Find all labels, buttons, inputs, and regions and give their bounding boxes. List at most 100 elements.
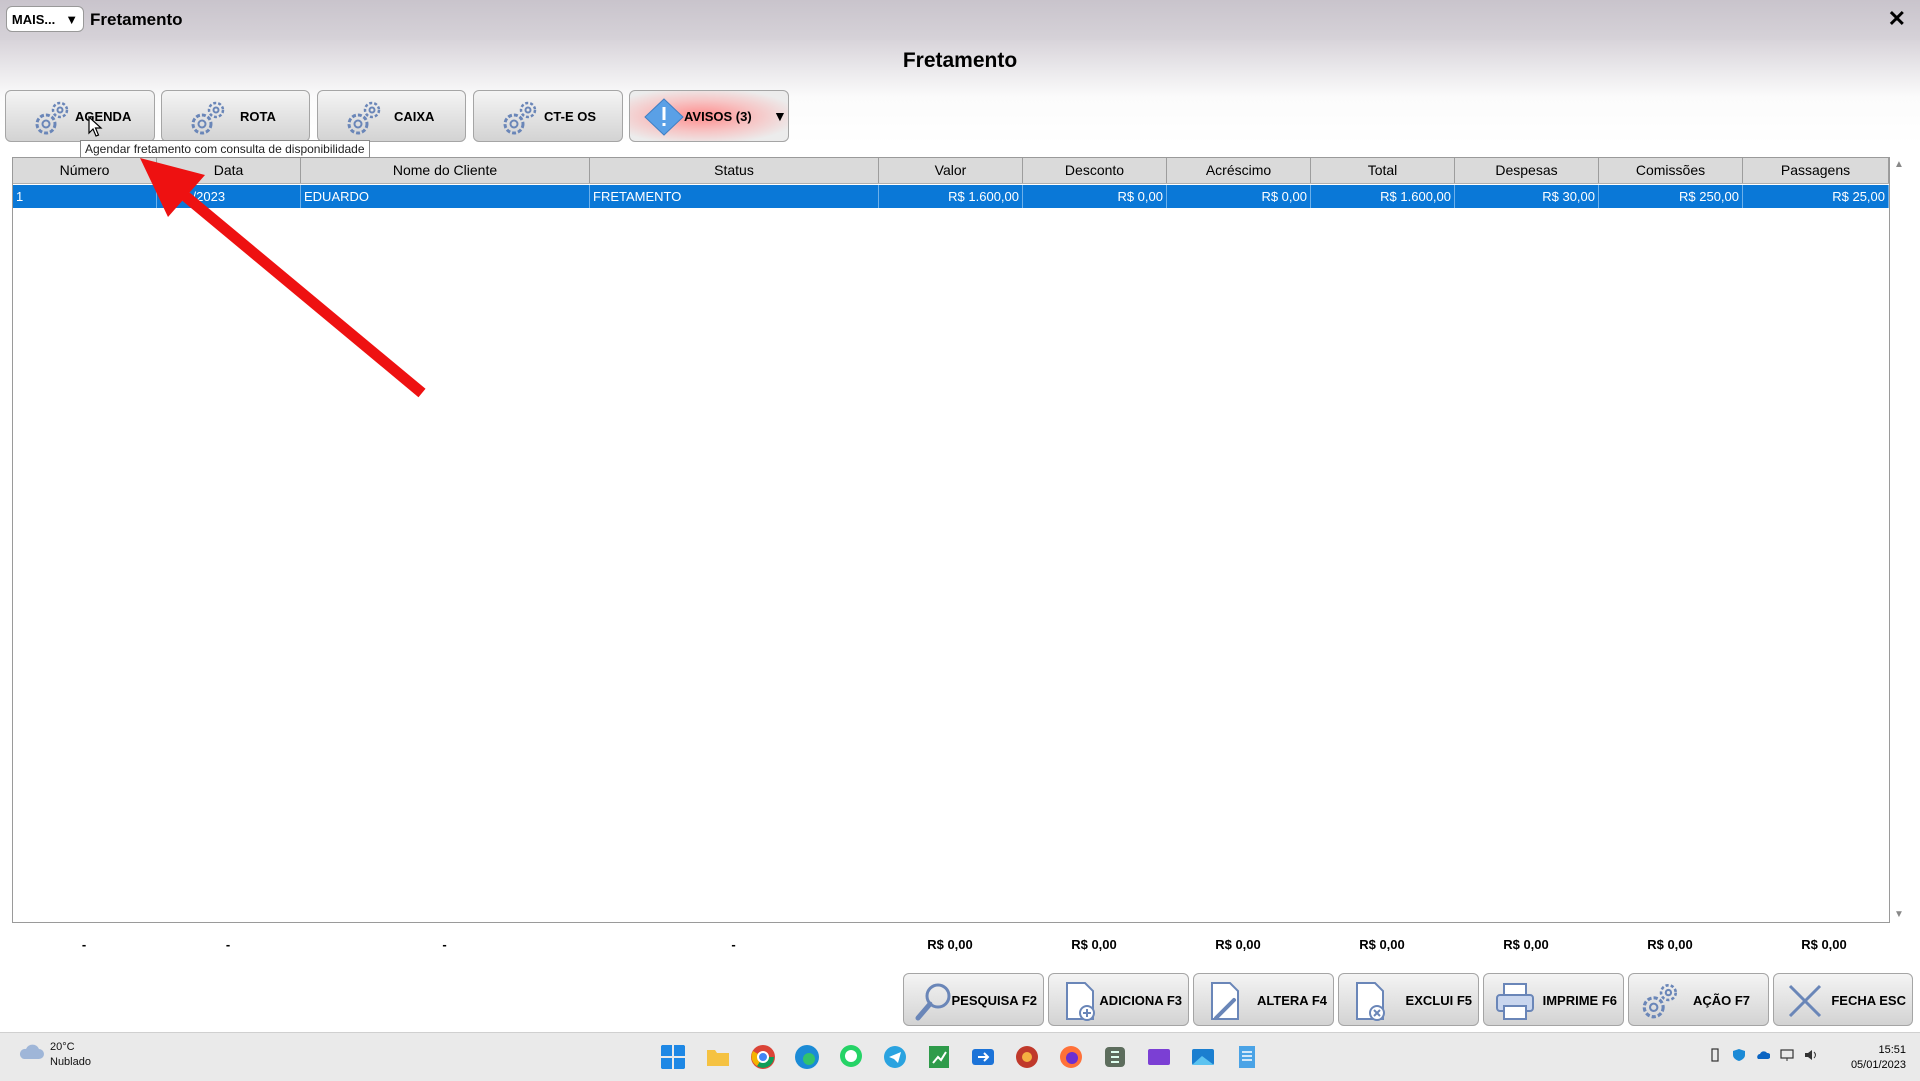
remote-access-icon[interactable]: [970, 1044, 996, 1070]
total-acrescimo: R$ 0,00: [1215, 937, 1261, 952]
windows-start-icon[interactable]: [660, 1044, 686, 1070]
scroll-up-icon[interactable]: ▲: [1894, 159, 1904, 170]
col-header-comissoes[interactable]: Comissões: [1599, 158, 1743, 183]
total-comissoes: R$ 0,00: [1647, 937, 1693, 952]
cell-desconto: R$ 0,00: [1023, 185, 1167, 208]
fecha-button[interactable]: FECHA ESC: [1773, 973, 1913, 1026]
imprime-button[interactable]: IMPRIME F6: [1483, 973, 1624, 1026]
cell-comissoes: R$ 250,00: [1599, 185, 1743, 208]
col-header-total[interactable]: Total: [1311, 158, 1455, 183]
adiciona-label: ADICIONA F3: [1099, 993, 1182, 1008]
imprime-label: IMPRIME F6: [1542, 993, 1617, 1008]
vertical-scrollbar[interactable]: ▲ ▼: [1893, 157, 1907, 923]
col-header-acrescimo[interactable]: Acréscimo: [1167, 158, 1311, 183]
usb-icon[interactable]: [1708, 1048, 1722, 1062]
caixa-button[interactable]: CAIXA: [317, 90, 466, 142]
add-document-icon: [1066, 982, 1095, 1021]
adiciona-button[interactable]: ADICIONA F3: [1048, 973, 1189, 1026]
warning-icon: [644, 98, 684, 136]
rota-button[interactable]: ROTA: [161, 90, 310, 142]
mais-menu-button[interactable]: MAIS... ▼: [6, 6, 84, 32]
exclui-label: EXCLUI F5: [1405, 993, 1472, 1008]
security-shield-icon[interactable]: [1732, 1048, 1746, 1062]
close-icon: [1788, 984, 1822, 1018]
chevron-down-icon: ▼: [65, 11, 79, 27]
file-explorer-icon[interactable]: [705, 1044, 731, 1070]
col-header-valor[interactable]: Valor: [879, 158, 1023, 183]
video-editor-icon[interactable]: [1146, 1044, 1172, 1070]
clock-date: 05/01/2023: [1850, 1059, 1906, 1071]
acao-button[interactable]: AÇÃO F7: [1628, 973, 1769, 1026]
cell-passagens: R$ 25,00: [1743, 185, 1889, 208]
avisos-button[interactable]: AVISOS (3) ▼: [629, 90, 789, 142]
cell-valor: R$ 1.600,00: [879, 185, 1023, 208]
tooltip: Agendar fretamento com consulta de dispo…: [80, 140, 370, 158]
pesquisa-button[interactable]: PESQUISA F2: [903, 973, 1044, 1026]
volume-icon[interactable]: [1804, 1048, 1818, 1062]
telegram-icon[interactable]: [882, 1044, 908, 1070]
mais-label: MAIS...: [11, 11, 56, 27]
col-header-despesas[interactable]: Despesas: [1455, 158, 1599, 183]
col-header-desconto[interactable]: Desconto: [1023, 158, 1167, 183]
altera-button[interactable]: ALTERA F4: [1193, 973, 1334, 1026]
cloud-icon: [19, 1044, 44, 1059]
agenda-button[interactable]: AGENDA: [5, 90, 155, 142]
cte-os-label: CT-E OS: [544, 109, 597, 124]
firefox-icon[interactable]: [1058, 1044, 1084, 1070]
exclui-button[interactable]: EXCLUI F5: [1338, 973, 1479, 1026]
avisos-label: AVISOS (3): [684, 109, 752, 124]
system-app-icon[interactable]: [1102, 1044, 1128, 1070]
gear-icon: [1642, 983, 1678, 1019]
col-header-cliente[interactable]: Nome do Cliente: [301, 158, 590, 183]
taskbar: 20°C Nublado 15:51 05/01/2023: [0, 1032, 1920, 1081]
table-row[interactable]: 1 05/01/2023 EDUARDO FRETAMENTO R$ 1.600…: [13, 185, 1889, 208]
window-title: Fretamento: [90, 10, 183, 29]
total-valor: R$ 0,00: [927, 937, 973, 952]
antivirus-icon[interactable]: [1014, 1044, 1040, 1070]
rota-label: ROTA: [240, 109, 276, 124]
edge-icon[interactable]: [794, 1044, 820, 1070]
cell-acrescimo: R$ 0,00: [1167, 185, 1311, 208]
title-bar: MAIS... ▼ Fretamento ✕: [0, 0, 1920, 40]
cell-numero: 1: [13, 185, 157, 208]
network-icon[interactable]: [1780, 1048, 1794, 1062]
whatsapp-icon[interactable]: [838, 1044, 864, 1070]
search-icon: [915, 983, 951, 1021]
chrome-icon[interactable]: [750, 1044, 776, 1070]
cell-total: R$ 1.600,00: [1311, 185, 1455, 208]
screenshot-tool-icon[interactable]: [1190, 1044, 1216, 1070]
gear-icon: [347, 101, 381, 135]
page-title: Fretamento: [902, 49, 1018, 72]
altera-label: ALTERA F4: [1256, 993, 1327, 1008]
weather-temp: 20°C: [50, 1041, 75, 1053]
onedrive-icon[interactable]: [1756, 1048, 1770, 1062]
col-header-data[interactable]: Data: [157, 158, 301, 183]
close-icon[interactable]: ✕: [1888, 6, 1906, 32]
delete-document-icon: [1356, 982, 1385, 1021]
grid-header: Número Data Nome do Cliente Status Valor…: [13, 158, 1889, 184]
data-grid[interactable]: Número Data Nome do Cliente Status Valor…: [12, 157, 1890, 923]
cell-cliente: EDUARDO: [301, 185, 590, 208]
notepad-icon[interactable]: [1234, 1044, 1260, 1070]
cte-os-button[interactable]: CT-E OS: [473, 90, 623, 142]
scroll-down-icon[interactable]: ▼: [1894, 909, 1904, 920]
col-header-status[interactable]: Status: [590, 158, 879, 183]
cell-data: 05/01/2023: [157, 185, 301, 208]
gear-icon: [191, 101, 225, 135]
cell-despesas: R$ 30,00: [1455, 185, 1599, 208]
total-despesas: R$ 0,00: [1503, 937, 1549, 952]
system-clock[interactable]: 15:51 05/01/2023: [1851, 1043, 1906, 1073]
caixa-label: CAIXA: [394, 109, 435, 124]
col-header-numero[interactable]: Número: [13, 158, 157, 183]
total-numero: -: [81, 937, 87, 952]
pesquisa-label: PESQUISA F2: [951, 993, 1037, 1008]
total-status: -: [731, 937, 736, 952]
gear-icon: [503, 101, 537, 135]
printer-icon: [1496, 983, 1534, 1020]
col-header-passagens[interactable]: Passagens: [1743, 158, 1889, 183]
chevron-down-icon[interactable]: ▼: [773, 108, 787, 124]
spreadsheet-icon[interactable]: [926, 1044, 952, 1070]
fecha-label: FECHA ESC: [1831, 993, 1906, 1008]
gear-icon: [35, 101, 69, 135]
total-cliente: -: [442, 937, 447, 952]
